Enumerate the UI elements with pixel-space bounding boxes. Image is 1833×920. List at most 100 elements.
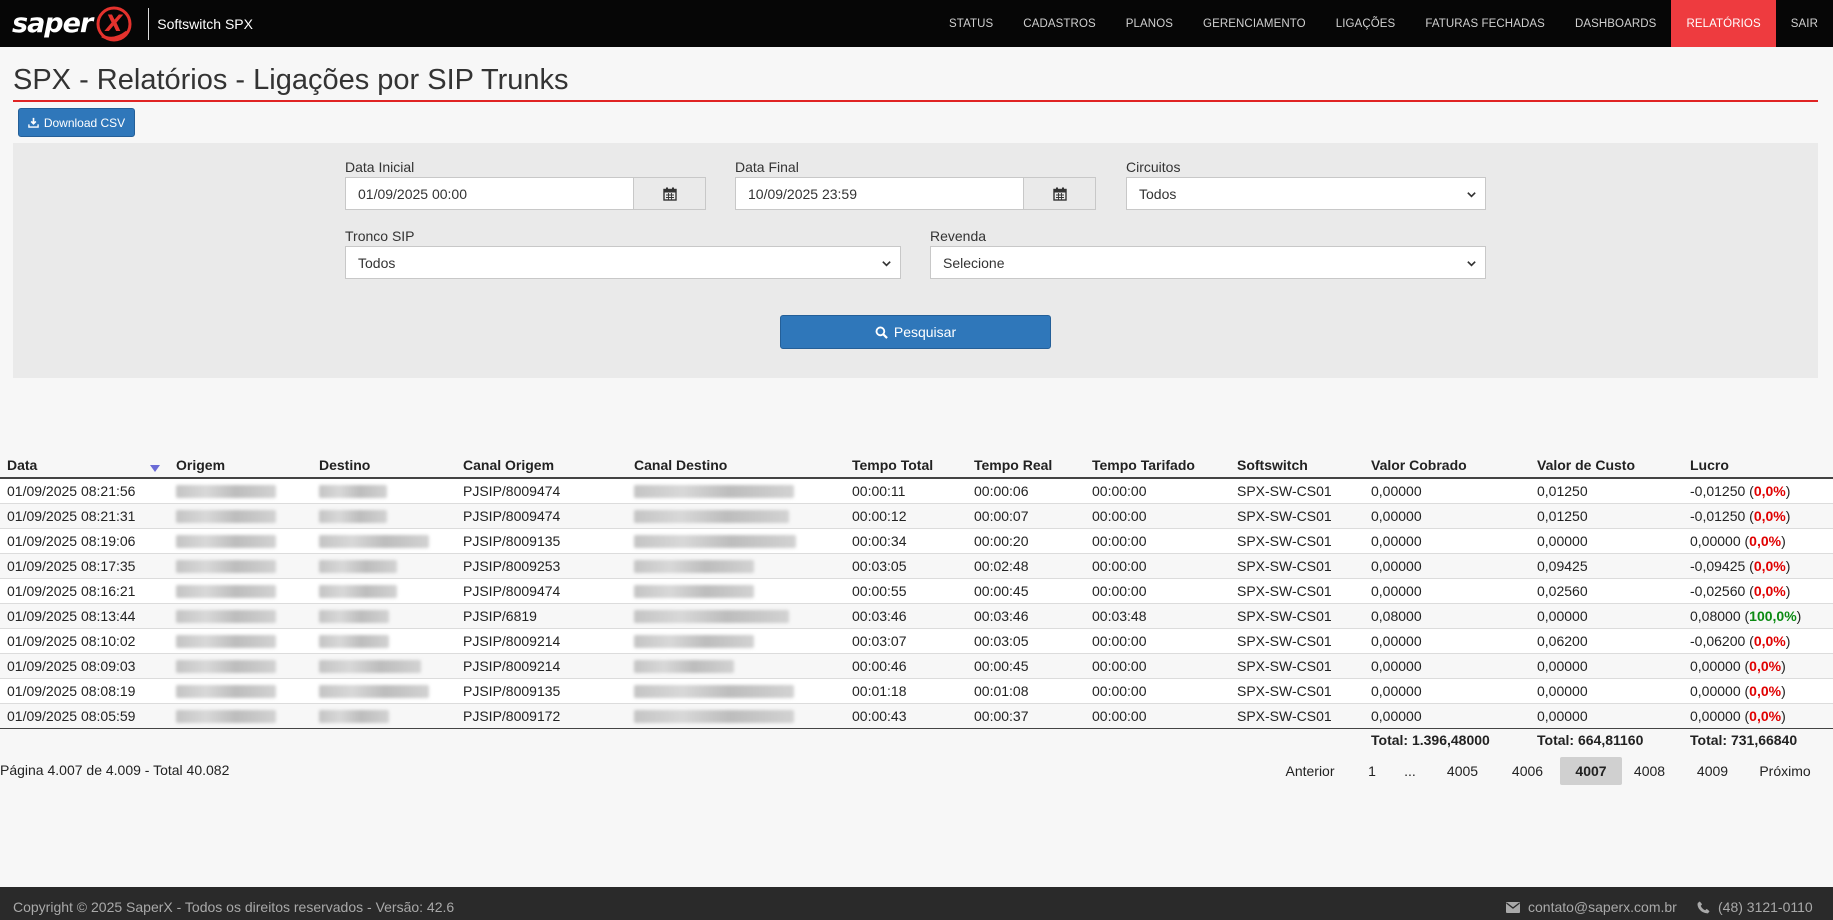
table-row[interactable]: 01/09/2025 08:09:03 PJSIP/8009214 00:00:46…: [0, 654, 1833, 679]
redacted-origem: [176, 535, 276, 548]
circuitos-select[interactable]: Todos: [1126, 177, 1486, 210]
col-tempo-tarifado[interactable]: Tempo Tarifado: [1092, 457, 1195, 473]
redacted-canal-destino: [634, 635, 754, 648]
lucro-value: 0,00000: [1690, 533, 1741, 549]
table-row[interactable]: 01/09/2025 08:05:59 PJSIP/8009172 00:00:43…: [0, 704, 1833, 729]
cell-lucro: -0,01250 (0,0%): [1690, 483, 1791, 499]
cell-softswitch: SPX-SW-CS01: [1237, 558, 1332, 574]
tronco-sip-select[interactable]: Todos: [345, 246, 901, 279]
total-valor-cobrado: Total: 1.396,48000: [1371, 732, 1490, 748]
data-final-label: Data Final: [735, 159, 799, 175]
footer-email[interactable]: contato@saperx.com.br: [1506, 899, 1677, 915]
chevron-down-icon: [1467, 192, 1476, 198]
nav-item-status[interactable]: STATUS: [934, 0, 1008, 47]
cell-valor-custo: 0,02560: [1537, 583, 1588, 599]
page-link[interactable]: 4009: [1685, 757, 1740, 785]
cell-tempo-real: 00:00:20: [974, 533, 1029, 549]
redacted-destino: [319, 660, 421, 673]
total-lucro: Total: 731,66840: [1690, 732, 1798, 748]
page-link: ...: [1404, 763, 1416, 779]
sort-desc-icon[interactable]: [150, 465, 160, 473]
search-button[interactable]: Pesquisar: [780, 315, 1051, 349]
redacted-origem: [176, 610, 276, 623]
table-body: 01/09/2025 08:21:56 PJSIP/8009474 00:00:11…: [0, 479, 1833, 729]
page-link[interactable]: Próximo: [1750, 757, 1820, 785]
redacted-canal-destino: [634, 510, 789, 523]
lucro-percent: 0,0%: [1753, 483, 1786, 499]
cell-tempo-tarifado: 00:00:00: [1092, 533, 1147, 549]
cell-data: 01/09/2025 08:13:44: [7, 608, 136, 624]
cell-softswitch: SPX-SW-CS01: [1237, 608, 1332, 624]
revenda-select[interactable]: Selecione: [930, 246, 1486, 279]
cell-lucro: 0,00000 (0,0%): [1690, 708, 1786, 724]
pagination-info: Página 4.007 de 4.009 - Total 40.082: [0, 762, 230, 778]
col-canal-destino[interactable]: Canal Destino: [634, 457, 727, 473]
app-name: Softswitch SPX: [157, 15, 253, 32]
table-row[interactable]: 01/09/2025 08:08:19 PJSIP/8009135 00:01:18…: [0, 679, 1833, 704]
cell-canal-origem: PJSIP/8009214: [463, 633, 561, 649]
nav-item-cadastros[interactable]: CADASTROS: [1008, 0, 1110, 47]
redacted-destino: [319, 610, 389, 623]
lucro-percent: 0,0%: [1753, 633, 1786, 649]
cell-tempo-tarifado: 00:00:00: [1092, 583, 1147, 599]
nav-item-planos[interactable]: PLANOS: [1111, 0, 1188, 47]
page-link[interactable]: 4008: [1622, 757, 1677, 785]
data-inicial-input[interactable]: 01/09/2025 00:00: [345, 177, 635, 210]
cell-data: 01/09/2025 08:16:21: [7, 583, 136, 599]
nav-item-ligações[interactable]: LIGAÇÕES: [1321, 0, 1411, 47]
col-destino[interactable]: Destino: [319, 457, 370, 473]
col-tempo-total[interactable]: Tempo Total: [852, 457, 933, 473]
cell-tempo-total: 00:03:07: [852, 633, 907, 649]
data-final-input[interactable]: 10/09/2025 23:59: [735, 177, 1025, 210]
col-canal-origem[interactable]: Canal Origem: [463, 457, 554, 473]
cell-canal-origem: PJSIP/8009474: [463, 508, 561, 524]
redacted-origem: [176, 585, 276, 598]
cell-tempo-tarifado: 00:00:00: [1092, 708, 1147, 724]
nav-item-relatórios[interactable]: RELATÓRIOS: [1671, 0, 1776, 47]
nav-item-faturas-fechadas[interactable]: FATURAS FECHADAS: [1410, 0, 1560, 47]
data-final-calendar-button[interactable]: [1023, 177, 1096, 210]
cell-lucro: 0,00000 (0,0%): [1690, 683, 1786, 699]
footer-email-text: contato@saperx.com.br: [1528, 899, 1677, 915]
saperx-logo: saper X: [12, 4, 134, 44]
table-row[interactable]: 01/09/2025 08:16:21 PJSIP/8009474 00:00:55…: [0, 579, 1833, 604]
table-row[interactable]: 01/09/2025 08:21:31 PJSIP/8009474 00:00:12…: [0, 504, 1833, 529]
table-row[interactable]: 01/09/2025 08:19:06 PJSIP/8009135 00:00:34…: [0, 529, 1833, 554]
cell-valor-cobrado: 0,00000: [1371, 508, 1422, 524]
cell-canal-origem: PJSIP/8009253: [463, 558, 561, 574]
page-link[interactable]: 4005: [1435, 757, 1490, 785]
brand[interactable]: saper X Softswitch SPX: [0, 0, 253, 47]
col-data[interactable]: Data: [7, 457, 37, 473]
data-inicial-calendar-button[interactable]: [633, 177, 706, 210]
redacted-origem: [176, 510, 276, 523]
page-current[interactable]: 4007: [1560, 757, 1622, 785]
cell-data: 01/09/2025 08:21:31: [7, 508, 136, 524]
page-link[interactable]: Anterior: [1270, 757, 1350, 785]
table-row[interactable]: 01/09/2025 08:17:35 PJSIP/8009253 00:03:05…: [0, 554, 1833, 579]
col-origem[interactable]: Origem: [176, 457, 225, 473]
nav-item-gerenciamento[interactable]: GERENCIAMENTO: [1188, 0, 1321, 47]
nav-item-dashboards[interactable]: DASHBOARDS: [1560, 0, 1672, 47]
table-row[interactable]: 01/09/2025 08:21:56 PJSIP/8009474 00:00:11…: [0, 479, 1833, 504]
cell-tempo-total: 00:00:46: [852, 658, 907, 674]
col-valor-cobrado[interactable]: Valor Cobrado: [1371, 457, 1467, 473]
cell-canal-origem: PJSIP/8009474: [463, 483, 561, 499]
cell-tempo-real: 00:00:45: [974, 583, 1029, 599]
table-row[interactable]: 01/09/2025 08:13:44 PJSIP/6819 00:03:46 00:…: [0, 604, 1833, 629]
col-softswitch[interactable]: Softswitch: [1237, 457, 1308, 473]
download-csv-button[interactable]: Download CSV: [18, 108, 135, 137]
col-lucro[interactable]: Lucro: [1690, 457, 1729, 473]
table-row[interactable]: 01/09/2025 08:10:02 PJSIP/8009214 00:03:07…: [0, 629, 1833, 654]
cell-lucro: 0,08000 (100,0%): [1690, 608, 1802, 624]
lucro-percent: 0,0%: [1749, 708, 1782, 724]
cell-tempo-tarifado: 00:00:00: [1092, 633, 1147, 649]
cell-tempo-total: 00:03:46: [852, 608, 907, 624]
nav-item-sair[interactable]: SAIR: [1776, 0, 1833, 47]
page-link[interactable]: 1: [1357, 757, 1387, 785]
col-tempo-real[interactable]: Tempo Real: [974, 457, 1052, 473]
page-link[interactable]: 4006: [1500, 757, 1555, 785]
footer-phone[interactable]: (48) 3121-0110: [1697, 899, 1813, 915]
cell-valor-custo: 0,09425: [1537, 558, 1588, 574]
cell-lucro: 0,00000 (0,0%): [1690, 533, 1786, 549]
col-valor-custo[interactable]: Valor de Custo: [1537, 457, 1635, 473]
